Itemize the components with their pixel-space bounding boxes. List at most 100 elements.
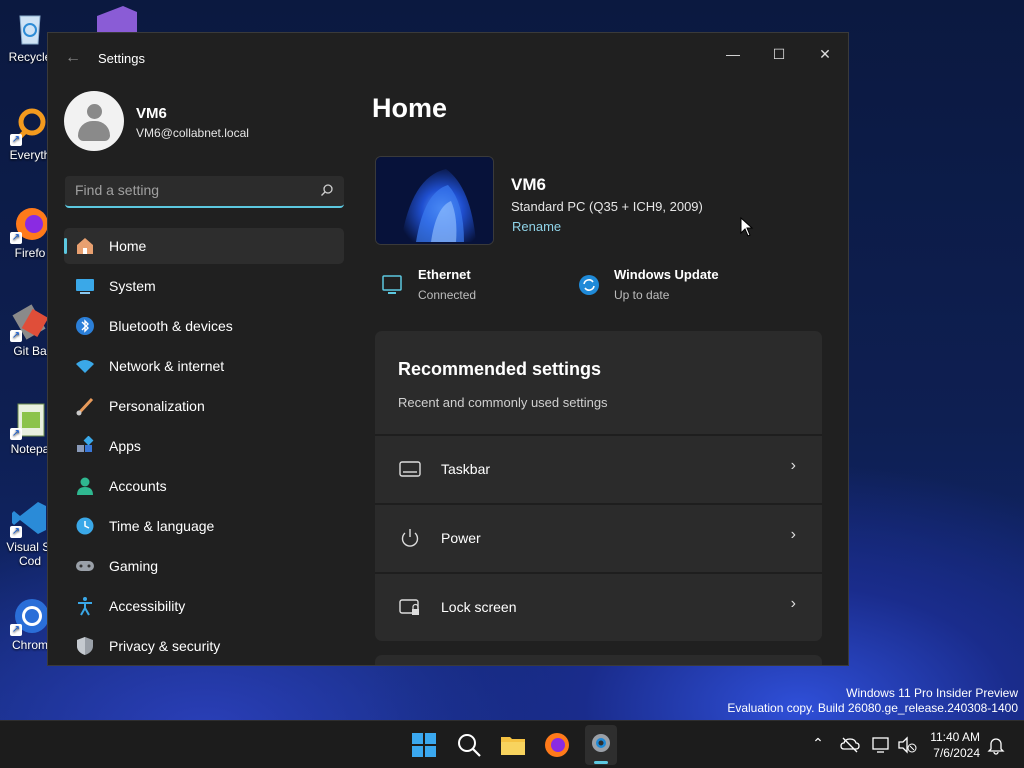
next-card-partial bbox=[375, 655, 822, 665]
start-windows-icon[interactable] bbox=[410, 731, 438, 759]
shortcut-arrow-icon: ↗ bbox=[10, 526, 22, 538]
cloud-offline-icon[interactable] bbox=[840, 735, 860, 755]
nav-item-label: Privacy & security bbox=[109, 638, 221, 654]
status-title: Windows Update bbox=[614, 267, 719, 282]
gear-icon bbox=[589, 731, 613, 755]
window-title: Settings bbox=[98, 51, 145, 66]
nav-item-personalization[interactable]: Personalization bbox=[64, 388, 344, 424]
rename-link[interactable]: Rename bbox=[512, 219, 561, 234]
row-label: Lock screen bbox=[441, 599, 517, 615]
search-box[interactable] bbox=[65, 176, 344, 208]
chrome-icon: ↗ bbox=[10, 596, 50, 636]
profile-name: VM6 bbox=[136, 105, 167, 122]
nav-item-label: Apps bbox=[109, 438, 141, 454]
maximize-button[interactable]: ☐ bbox=[756, 39, 802, 69]
network-icon[interactable] bbox=[871, 735, 891, 755]
recommended-row-power[interactable]: Power › bbox=[375, 503, 822, 570]
search-icon[interactable] bbox=[320, 183, 334, 197]
main-content: Home VM6 Standard PC (Q35 + ICH9, 2009) … bbox=[372, 83, 848, 665]
nav-item-network[interactable]: Network & internet bbox=[64, 348, 344, 384]
network-icon bbox=[75, 356, 95, 376]
shortcut-arrow-icon: ↗ bbox=[10, 624, 22, 636]
shortcut-arrow-icon: ↗ bbox=[10, 428, 22, 440]
status-subtitle: Up to date bbox=[614, 288, 670, 302]
git-bash-icon: ↗ bbox=[10, 302, 50, 342]
back-arrow-icon[interactable]: ← bbox=[62, 47, 84, 69]
chevron-right-icon: › bbox=[790, 595, 796, 612]
apps-icon bbox=[75, 435, 95, 456]
search-magnifier-icon: ↗ bbox=[10, 106, 50, 146]
recommended-settings-card: Recommended settings Recent and commonly… bbox=[375, 331, 822, 641]
nav-item-label: Home bbox=[109, 238, 147, 254]
gaming-icon bbox=[75, 556, 95, 576]
notification-bell-icon[interactable] bbox=[986, 735, 1006, 755]
ethernet-status[interactable]: Ethernet Connected bbox=[381, 267, 511, 307]
accessibility-icon bbox=[75, 596, 95, 616]
mouse-cursor-icon bbox=[740, 216, 754, 237]
nav-item-accessibility[interactable]: Accessibility bbox=[64, 588, 344, 624]
watermark-line-2: Evaluation copy. Build 26080.ge_release.… bbox=[727, 701, 1018, 715]
search-input[interactable] bbox=[75, 182, 305, 198]
user-profile[interactable]: VM6 VM6@collabnet.local bbox=[64, 91, 354, 153]
minimize-button[interactable]: — bbox=[710, 39, 756, 69]
time-language-icon bbox=[75, 516, 95, 536]
firefox-icon: ↗ bbox=[10, 204, 50, 244]
firefox-icon[interactable] bbox=[543, 731, 571, 759]
chevron-right-icon: › bbox=[790, 457, 796, 474]
volume-muted-icon[interactable] bbox=[897, 735, 917, 755]
accounts-icon bbox=[75, 476, 95, 496]
shortcut-arrow-icon: ↗ bbox=[10, 330, 22, 342]
taskbar-icon bbox=[399, 458, 421, 480]
nav-item-label: System bbox=[109, 278, 156, 294]
row-label: Taskbar bbox=[441, 461, 491, 477]
nav-item-system[interactable]: System bbox=[64, 268, 344, 304]
nav-item-label: Time & language bbox=[109, 518, 215, 534]
recommended-subtitle: Recent and commonly used settings bbox=[398, 395, 608, 410]
brush-icon bbox=[75, 396, 95, 416]
close-button[interactable]: ✕ bbox=[802, 39, 848, 69]
windows-update-icon bbox=[577, 273, 601, 297]
settings-taskbar-button[interactable] bbox=[585, 725, 617, 765]
chevron-right-icon: › bbox=[790, 526, 796, 543]
shortcut-arrow-icon: ↗ bbox=[10, 232, 22, 244]
nav-item-label: Bluetooth & devices bbox=[109, 318, 233, 334]
nav-item-label: Personalization bbox=[109, 398, 205, 414]
file-explorer-icon[interactable] bbox=[499, 731, 527, 759]
visual-studio-desktop-icon[interactable] bbox=[93, 6, 141, 34]
sidebar: VM6 VM6@collabnet.local Home System Blue… bbox=[48, 83, 358, 665]
settings-window: ← Settings — ☐ ✕ VM6 VM6@collabnet.local… bbox=[47, 32, 849, 666]
windows-update-status[interactable]: Windows Update Up to date bbox=[577, 267, 757, 307]
page-title: Home bbox=[372, 93, 448, 123]
shield-icon bbox=[75, 636, 95, 656]
system-clock[interactable]: 11:40 AM 7/6/2024 bbox=[930, 729, 980, 761]
title-bar: ← Settings — ☐ ✕ bbox=[48, 33, 848, 83]
bluetooth-icon bbox=[75, 316, 95, 336]
search-icon[interactable] bbox=[455, 731, 483, 759]
power-icon bbox=[399, 527, 421, 549]
profile-email: VM6@collabnet.local bbox=[136, 126, 249, 140]
notepad-icon: ↗ bbox=[10, 400, 50, 440]
shortcut-arrow-icon: ↗ bbox=[10, 134, 22, 146]
system-icon bbox=[75, 276, 95, 296]
settings-nav: Home System Bluetooth & devices Network … bbox=[64, 228, 344, 665]
nav-item-apps[interactable]: Apps bbox=[64, 428, 344, 464]
nav-item-accounts[interactable]: Accounts bbox=[64, 468, 344, 504]
row-label: Power bbox=[441, 530, 481, 546]
nav-item-home[interactable]: Home bbox=[64, 228, 344, 264]
vscode-icon: ↗ bbox=[10, 498, 50, 538]
avatar bbox=[64, 91, 124, 151]
nav-item-bluetooth[interactable]: Bluetooth & devices bbox=[64, 308, 344, 344]
chevron-up-icon[interactable]: ⌃ bbox=[808, 735, 828, 755]
recommended-row-taskbar[interactable]: Taskbar › bbox=[375, 434, 822, 501]
clock-date: 7/6/2024 bbox=[933, 746, 980, 760]
device-wallpaper-thumbnail bbox=[375, 156, 494, 245]
recommended-row-lock-screen[interactable]: Lock screen › bbox=[375, 572, 822, 639]
nav-item-time-language[interactable]: Time & language bbox=[64, 508, 344, 544]
evaluation-watermark: Windows 11 Pro Insider Preview Evaluatio… bbox=[727, 686, 1018, 716]
clock-time: 11:40 AM bbox=[930, 730, 980, 744]
watermark-line-1: Windows 11 Pro Insider Preview bbox=[846, 686, 1018, 700]
nav-item-privacy-security[interactable]: Privacy & security bbox=[64, 628, 344, 664]
ethernet-icon bbox=[381, 273, 405, 297]
nav-item-label: Network & internet bbox=[109, 358, 225, 374]
nav-item-gaming[interactable]: Gaming bbox=[64, 548, 344, 584]
